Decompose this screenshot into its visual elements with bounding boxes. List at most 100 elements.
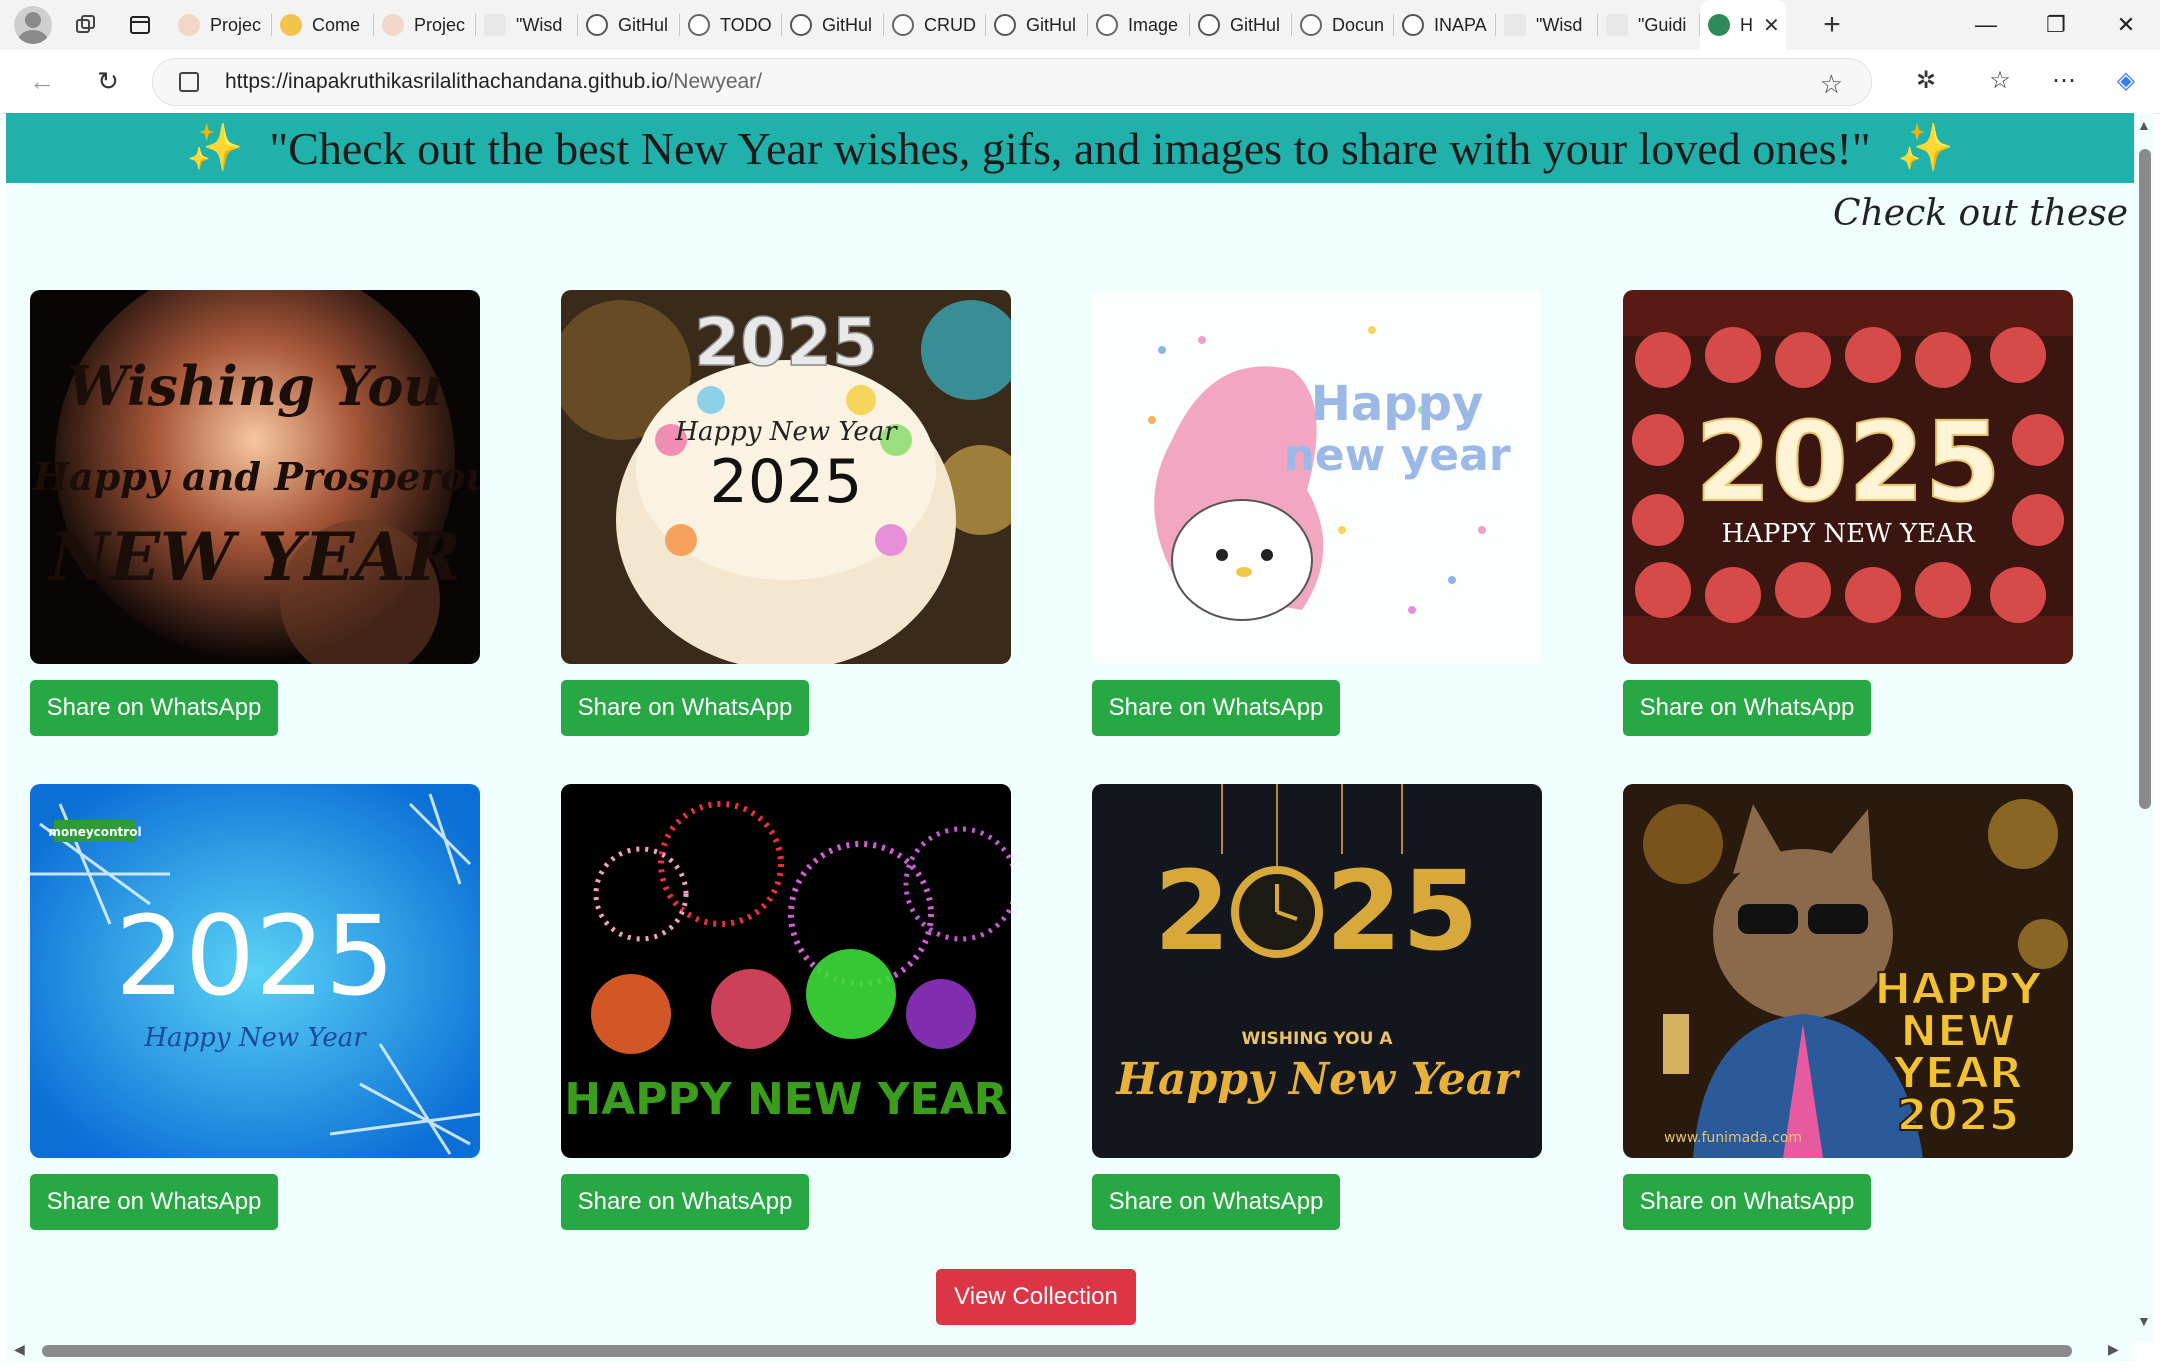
scroll-up-arrow-icon[interactable]: ▲ <box>2137 117 2151 133</box>
workspaces-icon[interactable] <box>66 5 106 45</box>
gold-greeting: Happy New Year <box>1114 1054 1520 1105</box>
github-icon <box>1402 14 1424 36</box>
back-arrow-icon[interactable]: ← <box>20 60 64 104</box>
cake-year: 2025 <box>710 447 863 517</box>
browser-tab[interactable]: "Guidi <box>1598 0 1700 50</box>
share-whatsapp-button[interactable]: Share on WhatsApp <box>30 680 278 736</box>
close-window-icon[interactable]: ✕ <box>2092 0 2160 50</box>
browser-tab[interactable]: CRUD <box>884 0 986 50</box>
cup-icon <box>382 14 404 36</box>
share-whatsapp-button[interactable]: Share on WhatsApp <box>1092 1174 1340 1230</box>
address-bar[interactable]: https://inapakruthikasrilalithachandana.… <box>152 58 1872 106</box>
url-path: /Newyear/ <box>667 70 762 93</box>
tab-label: Projec <box>414 14 466 35</box>
roses-greeting: HAPPY NEW YEAR <box>1721 519 1976 549</box>
gallery-card: Happy new year Share on WhatsApp <box>1092 290 1542 736</box>
horizontal-scroll-thumb[interactable] <box>42 1345 2072 1357</box>
browser-tab[interactable]: INAPA <box>1394 0 1496 50</box>
share-whatsapp-button[interactable]: Share on WhatsApp <box>1092 680 1340 736</box>
more-menu-icon[interactable]: ⋯ <box>2042 58 2086 102</box>
tab-label: Image <box>1128 14 1179 35</box>
tab-list: Projec Come Projec "Wisd GitHul TODO GitHul CRU… <box>170 0 1786 50</box>
vertical-scrollbar[interactable]: ▲ ▼ <box>2134 113 2154 1343</box>
card-image-melody[interactable]: Happy new year <box>1092 290 1542 664</box>
gallery-card: 2025 HAPPY NEW YEAR Share on WhatsApp <box>1623 290 2073 736</box>
browser-tab[interactable]: GitHul <box>1190 0 1292 50</box>
tab-label: H <box>1740 14 1753 35</box>
view-collection-button[interactable]: View Collection <box>936 1269 1136 1325</box>
share-whatsapp-button[interactable]: Share on WhatsApp <box>1623 1174 1871 1230</box>
browser-tab[interactable]: Come <box>272 0 374 50</box>
tab-label: "Wisd <box>1536 14 1583 35</box>
browser-tab[interactable]: Image <box>1088 0 1190 50</box>
marquee-text: Check out these <box>1833 193 2128 234</box>
tab-label: TODO <box>720 14 772 35</box>
vertical-scroll-thumb[interactable] <box>2139 149 2151 809</box>
card-image-cake[interactable]: 2025 Happy New Year 2025 <box>561 290 1011 664</box>
scroll-down-arrow-icon[interactable]: ▼ <box>2137 1313 2151 1329</box>
restore-icon[interactable]: ❐ <box>2022 0 2090 50</box>
tab-label: "Wisd <box>516 14 563 35</box>
sparkles-icon: ✨ <box>186 122 244 173</box>
globe-icon <box>1096 14 1118 36</box>
gold-wishing: WISHING YOU A <box>1241 1029 1393 1049</box>
gallery-card: HAPPY NEW YEAR Share on WhatsApp <box>561 784 1011 1230</box>
scroll-right-arrow-icon[interactable]: ▶ <box>2108 1341 2119 1358</box>
melody-happy: Happy <box>1311 376 1484 432</box>
card-image-party-cat[interactable]: HAPPY NEW YEAR 2025 www.funimada.com <box>1623 784 2073 1158</box>
new-tab-button[interactable]: + <box>1812 8 1852 42</box>
gold-digits-25: 25 <box>1325 847 1478 975</box>
browser-tab[interactable]: Projec <box>374 0 476 50</box>
cup-icon <box>178 14 200 36</box>
share-whatsapp-button[interactable]: Share on WhatsApp <box>30 1174 278 1230</box>
tab-label: GitHul <box>618 14 669 35</box>
browser-tab[interactable]: "Wisd <box>476 0 578 50</box>
card-image-fireworks-wish[interactable]: Wishing You a Happy and Prosperous NEW Y… <box>30 290 480 664</box>
card-image-snowflakes[interactable]: moneycontrol 2025 Happy New Year <box>30 784 480 1158</box>
tab-actions-icon[interactable] <box>120 5 160 45</box>
melody-new-year: new year <box>1283 430 1510 481</box>
browser-tab[interactable]: Docun <box>1292 0 1394 50</box>
browser-tab[interactable]: "Wisd <box>1496 0 1598 50</box>
hands-icon <box>280 14 302 36</box>
browser-tab[interactable]: TODO <box>680 0 782 50</box>
browser-tab[interactable]: GitHul <box>986 0 1088 50</box>
wordpress-icon <box>1504 14 1526 36</box>
tree-icon <box>1708 14 1730 36</box>
extensions-icon[interactable]: ✲ <box>1904 58 1948 102</box>
github-icon <box>790 14 812 36</box>
snow-year: 2025 <box>115 892 395 1020</box>
favorites-icon[interactable]: ☆ <box>1978 58 2022 102</box>
roses-year: 2025 <box>1695 398 2001 526</box>
lock-icon[interactable] <box>179 72 199 92</box>
share-whatsapp-button[interactable]: Share on WhatsApp <box>1623 680 1871 736</box>
card-image-gold-clock[interactable]: 2 25 WISHING YOU A Happy New Year <box>1092 784 1542 1158</box>
browser-tab[interactable]: GitHul <box>578 0 680 50</box>
cake-text: Happy New Year <box>674 417 898 447</box>
card-image-roses[interactable]: 2025 HAPPY NEW YEAR <box>1623 290 2073 664</box>
share-whatsapp-button[interactable]: Share on WhatsApp <box>561 1174 809 1230</box>
browser-tab[interactable]: GitHul <box>782 0 884 50</box>
gallery-card: moneycontrol 2025 Happy New Year Share o… <box>30 784 480 1230</box>
copilot-icon[interactable]: ◈ <box>2104 58 2148 102</box>
browser-tab[interactable]: Projec <box>170 0 272 50</box>
close-tab-icon[interactable]: ✕ <box>1763 13 1780 38</box>
tab-label: CRUD <box>924 14 976 35</box>
url-text[interactable]: https://inapakruthikasrilalithachandana.… <box>225 70 762 94</box>
card-image-fireworks-gif[interactable]: HAPPY NEW YEAR <box>561 784 1011 1158</box>
reload-icon[interactable]: ↻ <box>86 60 130 104</box>
minimize-icon[interactable]: — <box>1952 0 2020 50</box>
browser-tab-active[interactable]: H ✕ <box>1700 0 1786 50</box>
wish-line-3: NEW YEAR <box>47 518 460 596</box>
horizontal-scrollbar[interactable]: ◀ ▶ <box>6 1340 2134 1362</box>
favorite-star-icon[interactable]: ☆ <box>1820 69 1843 100</box>
profile-avatar-icon[interactable] <box>14 6 52 44</box>
wordpress-icon <box>484 14 506 36</box>
sparkles-icon: ✨ <box>1896 122 1954 173</box>
wish-line-1: Wishing You <box>67 354 442 418</box>
scroll-left-arrow-icon[interactable]: ◀ <box>14 1341 25 1358</box>
share-whatsapp-button[interactable]: Share on WhatsApp <box>561 680 809 736</box>
cake-year-top: 2025 <box>694 304 878 381</box>
address-toolbar: ← ↻ https://inapakruthikasrilalithachand… <box>0 50 2160 114</box>
tab-label: INAPA <box>1434 14 1487 35</box>
